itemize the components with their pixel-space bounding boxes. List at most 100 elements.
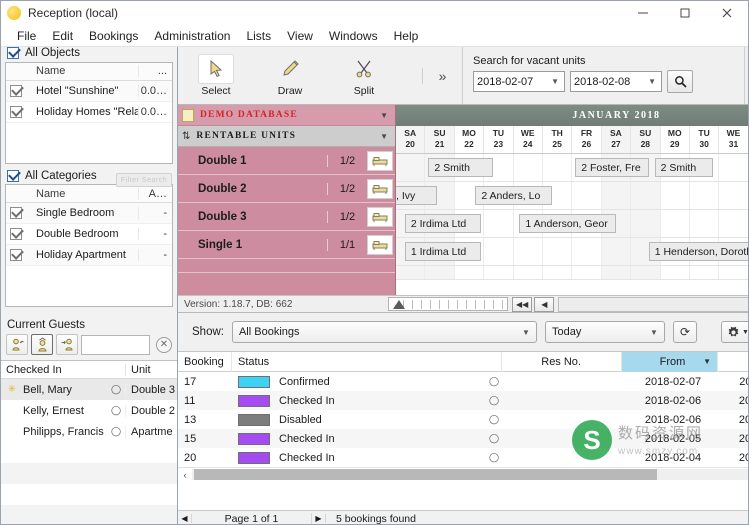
timeline-cell[interactable] — [543, 238, 572, 265]
chevron-down-icon[interactable]: ▼ — [380, 111, 388, 120]
timeline-cell[interactable] — [484, 238, 513, 265]
table-row[interactable]: 15Checked In◯2018-02-052018-02-15Ho — [178, 429, 749, 448]
day-header-cell[interactable]: MO29 — [661, 126, 690, 153]
timeline-cell[interactable] — [661, 182, 690, 209]
booking-detail-icon[interactable]: ◯ — [486, 395, 502, 406]
timeline-row-partial[interactable] — [396, 266, 749, 280]
column-header-status[interactable]: Status — [232, 352, 502, 372]
timeline-cell[interactable] — [719, 210, 748, 237]
chevron-down-icon[interactable]: ▼ — [522, 328, 530, 337]
timeline-cell[interactable] — [484, 266, 513, 279]
all-objects-header[interactable]: All Objects — [1, 47, 177, 60]
timeline-cell[interactable] — [396, 266, 425, 279]
page-next-button[interactable]: ▶ — [312, 514, 326, 523]
refresh-icon[interactable]: ⟳ — [673, 321, 697, 343]
page-prev-button[interactable]: ◀ — [178, 514, 192, 523]
timeline-cell[interactable] — [543, 266, 572, 279]
menu-item-lists[interactable]: Lists — [238, 27, 279, 45]
timeline-cell[interactable] — [572, 182, 601, 209]
timeline-prev-button[interactable]: ◀ — [534, 297, 554, 312]
booking-bar[interactable]: rts, Ivy — [396, 186, 437, 205]
timeline-cell[interactable] — [719, 182, 748, 209]
tool-split[interactable]: Split — [340, 54, 388, 97]
guest-arrivals-icon[interactable] — [6, 334, 28, 355]
timeline-prev-fast-button[interactable]: ◀◀ — [512, 297, 532, 312]
sort-descending-icon[interactable]: ▼ — [703, 357, 711, 366]
booking-bar[interactable]: 2 Anders, Lo — [475, 186, 551, 205]
unit-bed-icon[interactable] — [367, 235, 393, 255]
menu-item-administration[interactable]: Administration — [146, 27, 238, 45]
day-header-cell[interactable]: TH25 — [543, 126, 572, 153]
menu-item-help[interactable]: Help — [386, 27, 427, 45]
timeline-cell[interactable] — [631, 210, 660, 237]
menu-item-edit[interactable]: Edit — [44, 27, 81, 45]
day-header-cell[interactable]: SA27 — [602, 126, 631, 153]
guest-detail-icon[interactable]: ◯ — [107, 384, 125, 395]
unit-row-partial[interactable] — [178, 259, 395, 273]
timeline-cell[interactable] — [514, 238, 543, 265]
guest-detail-icon[interactable]: ◯ — [107, 405, 125, 416]
bookings-range-select[interactable]: Today ▼ — [545, 321, 665, 343]
table-row[interactable]: 13Disabled◯2018-02-062018-02-13Ho — [178, 410, 749, 429]
day-header-cell[interactable]: FR26 — [572, 126, 601, 153]
chevron-down-icon[interactable]: ▼ — [551, 77, 559, 86]
day-header-cell[interactable]: SU21 — [425, 126, 454, 153]
timeline-cell[interactable] — [690, 182, 719, 209]
menu-item-view[interactable]: View — [279, 27, 321, 45]
sort-icon[interactable]: ⇅ — [182, 131, 190, 142]
unit-row[interactable]: Single 1 1/1 — [178, 231, 395, 259]
unit-row[interactable]: Double 3 1/2 — [178, 203, 395, 231]
guest-search-input[interactable] — [81, 335, 150, 355]
bookings-scroll-thumb[interactable] — [194, 469, 657, 480]
table-row[interactable]: Double Bedroom - — [6, 224, 172, 245]
timeline-cell[interactable] — [514, 154, 543, 181]
scroll-left-icon[interactable]: ‹ — [178, 470, 192, 480]
booking-bar[interactable]: 2 Irdima Ltd — [405, 214, 481, 233]
all-objects-checkbox[interactable] — [7, 47, 19, 59]
timeline-cell[interactable] — [602, 238, 631, 265]
timeline-zoom-slider[interactable] — [388, 297, 508, 311]
gear-icon[interactable]: ▼ — [721, 321, 749, 343]
timeline-row[interactable]: 1 Irdima Ltd1 Henderson, Dorothy — [396, 238, 749, 266]
zoom-knob[interactable] — [393, 300, 405, 309]
column-header-booking[interactable]: Booking — [178, 352, 232, 372]
demo-database-header[interactable]: DEMO DATABASE ▼ — [178, 105, 395, 126]
day-header-cell[interactable]: WE31 — [719, 126, 748, 153]
clear-icon[interactable]: ✕ — [156, 337, 172, 353]
timeline-row[interactable]: 2 Smith2 Foster, Fre2 Smith2 Ca — [396, 154, 749, 182]
guest-current-icon[interactable] — [31, 334, 53, 355]
chevron-down-icon[interactable]: ▼ — [380, 132, 388, 141]
list-item[interactable]: Philipps, Francis ◯ Apartme — [1, 421, 177, 442]
object-checkbox[interactable] — [6, 106, 32, 118]
day-header-cell[interactable]: MO22 — [455, 126, 484, 153]
menu-item-file[interactable]: File — [9, 27, 44, 45]
timeline-cell[interactable] — [602, 266, 631, 279]
guest-detail-icon[interactable]: ◯ — [107, 426, 125, 437]
unit-row[interactable]: Double 1 1/2 — [178, 147, 395, 175]
filter-search-button[interactable]: Filter Search — [116, 173, 172, 187]
booking-detail-icon[interactable]: ◯ — [486, 376, 502, 387]
column-header-res-no[interactable]: Res No. — [502, 352, 622, 372]
timeline-cell[interactable] — [631, 182, 660, 209]
day-header-cell[interactable]: WE24 — [514, 126, 543, 153]
timeline-cell[interactable] — [690, 210, 719, 237]
chevron-down-icon[interactable]: ▼ — [742, 329, 749, 336]
timeline-cell[interactable] — [661, 210, 690, 237]
table-row[interactable]: Holiday Homes "Relax … 0.0… — [6, 102, 172, 123]
bookings-horizontal-scrollbar[interactable]: ‹ › — [178, 467, 749, 481]
day-header-cell[interactable]: TU23 — [484, 126, 513, 153]
bookings-scroll-track[interactable] — [192, 469, 749, 480]
menu-item-bookings[interactable]: Bookings — [81, 27, 146, 45]
minimize-icon[interactable] — [622, 1, 664, 25]
list-item[interactable]: Kelly, Ernest ◯ Double 2 — [1, 400, 177, 421]
menu-item-windows[interactable]: Windows — [321, 27, 386, 45]
timeline-cell[interactable] — [425, 266, 454, 279]
unit-bed-icon[interactable] — [367, 151, 393, 171]
chevron-down-icon[interactable]: ▼ — [648, 77, 656, 86]
timeline-cell[interactable] — [719, 266, 748, 279]
tool-select[interactable]: Select — [192, 54, 240, 97]
table-row[interactable]: Hotel "Sunshine" 0.0… — [6, 81, 172, 102]
timeline-cell[interactable] — [631, 266, 660, 279]
category-checkbox[interactable] — [6, 249, 32, 261]
table-row[interactable]: 17Confirmed◯2018-02-072018-02-11Ho — [178, 372, 749, 391]
